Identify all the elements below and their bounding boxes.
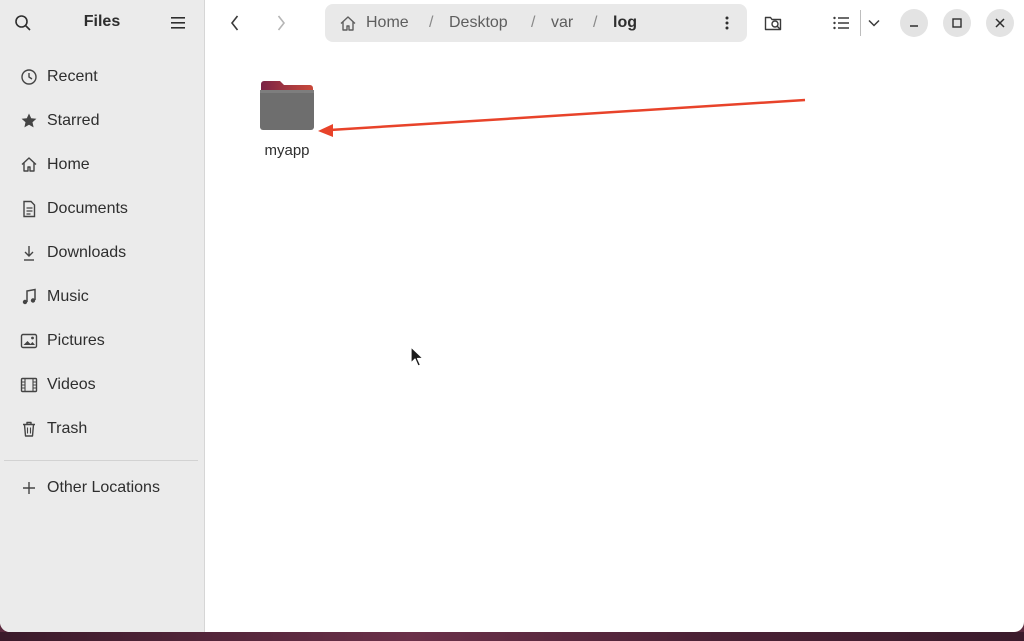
search-files-button[interactable]: [760, 9, 788, 37]
forward-button[interactable]: [267, 9, 295, 37]
document-icon: [19, 199, 39, 219]
sidebar-item-label: Pictures: [47, 332, 105, 349]
picture-icon: [19, 331, 39, 351]
trash-icon: [19, 419, 39, 439]
desktop-background: [0, 632, 1024, 641]
home-icon: [340, 16, 356, 31]
star-icon: [19, 111, 39, 131]
chevron-left-icon: [230, 15, 239, 31]
breadcrumb-separator: /: [593, 14, 598, 31]
breadcrumb-log[interactable]: log: [613, 14, 637, 32]
sidebar-item-label: Trash: [47, 420, 88, 437]
sidebar-item-starred[interactable]: Starred: [0, 99, 204, 143]
video-icon: [19, 375, 39, 395]
close-icon: [995, 18, 1005, 28]
sidebar: Files Recent Starred Home Documents Down…: [0, 0, 205, 632]
sidebar-item-home[interactable]: Home: [0, 143, 204, 187]
folder-icon: [260, 81, 314, 130]
main-pane: Home / Desktop / var / log myapp: [205, 0, 1024, 632]
maximize-icon: [952, 18, 962, 28]
sidebar-divider: [4, 460, 198, 461]
sidebar-item-recent[interactable]: Recent: [0, 55, 204, 99]
sidebar-item-downloads[interactable]: Downloads: [0, 231, 204, 275]
sidebar-item-label: Other Locations: [47, 479, 160, 496]
search-folder-icon: [764, 16, 782, 31]
sidebar-item-label: Downloads: [47, 244, 127, 261]
breadcrumb-var[interactable]: var: [551, 14, 573, 32]
breadcrumb-desktop[interactable]: Desktop: [449, 14, 508, 32]
places-list: Recent Starred Home Documents Downloads …: [0, 55, 204, 451]
sidebar-item-label: Videos: [47, 376, 96, 393]
list-view-button[interactable]: [827, 9, 855, 37]
breadcrumb-separator: /: [531, 14, 536, 31]
vertical-dots-icon: [725, 16, 729, 30]
sidebar-item-pictures[interactable]: Pictures: [0, 319, 204, 363]
music-icon: [19, 287, 39, 307]
path-menu-button[interactable]: [717, 13, 737, 33]
sidebar-item-videos[interactable]: Videos: [0, 363, 204, 407]
breadcrumb-separator: /: [429, 14, 434, 31]
minimize-button[interactable]: [900, 9, 928, 37]
minimize-icon: [910, 25, 918, 27]
main-menu-button[interactable]: [165, 10, 191, 36]
hamburger-icon: [171, 17, 185, 29]
sidebar-item-documents[interactable]: Documents: [0, 187, 204, 231]
file-manager-window: Files Recent Starred Home Documents Down…: [0, 0, 1024, 632]
mouse-cursor-icon: [410, 346, 424, 367]
download-icon: [19, 243, 39, 263]
close-button[interactable]: [986, 9, 1014, 37]
sidebar-item-other-locations[interactable]: Other Locations: [0, 466, 204, 510]
breadcrumb-home[interactable]: Home: [366, 14, 409, 32]
sidebar-item-label: Starred: [47, 112, 100, 129]
view-options-button[interactable]: [860, 9, 888, 37]
folder-label: myapp: [264, 142, 310, 159]
clock-icon: [19, 67, 39, 87]
home-icon: [19, 155, 39, 175]
sidebar-item-trash[interactable]: Trash: [0, 407, 204, 451]
maximize-button[interactable]: [943, 9, 971, 37]
chevron-right-icon: [277, 15, 286, 31]
path-bar: Home / Desktop / var / log: [325, 4, 747, 42]
sidebar-item-music[interactable]: Music: [0, 275, 204, 319]
sidebar-item-label: Documents: [47, 200, 128, 217]
sidebar-header: Files: [0, 0, 204, 46]
back-button[interactable]: [221, 9, 249, 37]
list-view-icon: [833, 16, 849, 30]
chevron-down-icon: [868, 19, 880, 27]
sidebar-item-label: Music: [47, 288, 89, 305]
plus-icon: [19, 478, 39, 498]
sidebar-item-label: Recent: [47, 68, 98, 85]
sidebar-item-label: Home: [47, 156, 90, 173]
folder-item[interactable]: myapp: [247, 76, 327, 166]
